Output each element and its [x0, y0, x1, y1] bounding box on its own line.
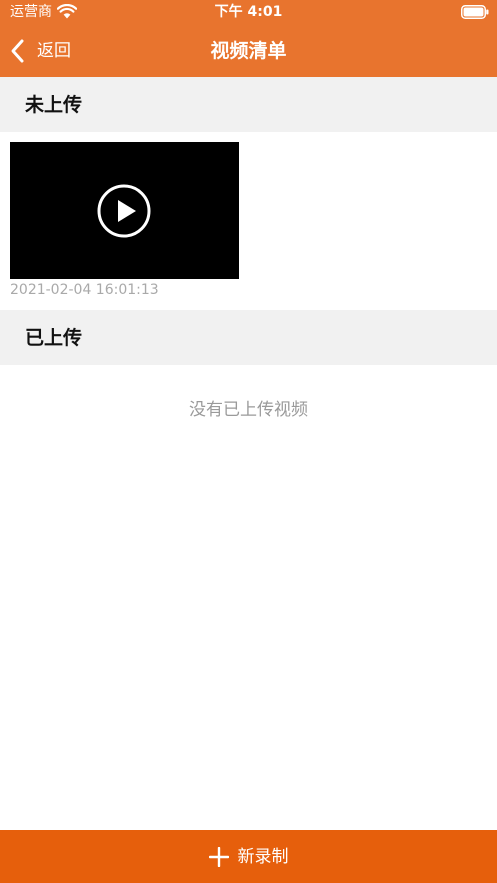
status-bar: 运营商 下午 4:01 — [0, 0, 497, 26]
section-header-not-uploaded: 未上传 — [0, 77, 497, 132]
header: 运营商 下午 4:01 返回 视频清单 — [0, 0, 497, 77]
plus-icon — [208, 846, 229, 867]
video-timestamp: 2021-02-04 16:01:13 — [10, 282, 159, 298]
navigation-bar: 返回 视频清单 — [0, 26, 497, 77]
new-recording-button[interactable]: 新录制 — [0, 830, 497, 883]
empty-uploaded-message: 没有已上传视频 — [189, 400, 308, 420]
section-title-uploaded: 已上传 — [25, 327, 83, 349]
new-recording-label: 新录制 — [237, 846, 289, 867]
battery-icon — [461, 5, 489, 19]
page-title: 视频清单 — [210, 40, 287, 62]
status-time: 下午 4:01 — [214, 4, 283, 20]
video-thumbnail[interactable] — [10, 142, 239, 279]
play-icon[interactable] — [97, 184, 151, 238]
section-title-not-uploaded: 未上传 — [25, 94, 83, 116]
section-header-uploaded: 已上传 — [0, 310, 497, 365]
video-item[interactable]: 2021-02-04 16:01:13 — [10, 142, 239, 299]
